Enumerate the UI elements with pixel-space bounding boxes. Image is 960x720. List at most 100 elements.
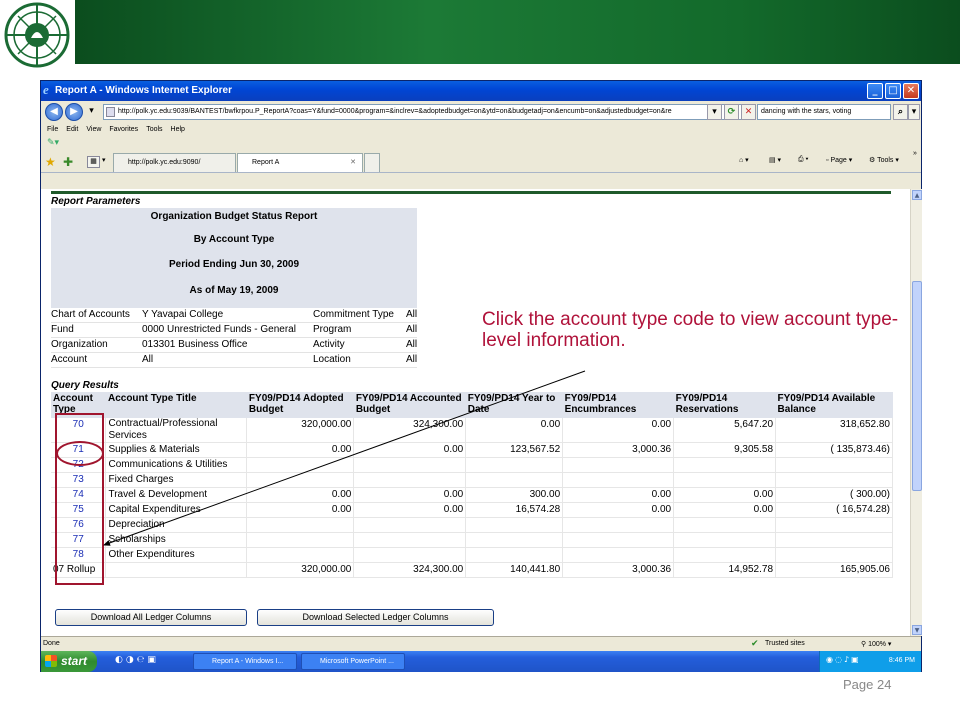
new-tab-button[interactable] [364,153,380,172]
clock[interactable]: 8:46 PM [889,657,915,664]
minimize-button[interactable]: _ [867,83,883,99]
amount-cell: 0.00 [562,418,675,443]
amount-cell: 0.00 [673,487,777,503]
parameter-row: Fund 0000 Unrestricted Funds - General Pro… [51,323,417,338]
address-bar[interactable]: http://polk.yc.edu:9039/BANTEST/bwfkrpou… [103,104,743,120]
amount-cell [673,472,777,488]
table-row: 77 Scholarships [51,532,893,548]
parameter-row: Chart of Accounts Y Yavapai College Commit… [51,308,417,323]
slide: e Report A - Windows Internet Explorer _… [0,0,960,720]
parameter-label: Chart of Accounts [51,309,130,320]
amount-cell: ( 300.00) [775,487,893,503]
account-type-title: Capital Expenditures [105,502,248,518]
account-type-title: Other Expenditures [105,547,248,563]
column-header: FY09/PD14 Encumbrances [562,392,674,418]
zoom-level[interactable]: ⚲ 100% ▾ [861,640,891,648]
amount-cell [562,457,675,473]
search-icon[interactable]: ⌕ [893,104,908,120]
download-all-ledger-columns-button[interactable]: Download All Ledger Columns [55,609,247,626]
recent-pages-dropdown[interactable]: ▾ [84,104,99,120]
amount-cell: 320,000.00 [246,418,355,443]
search-options-dropdown[interactable]: ▾ [908,104,920,120]
quick-launch-icons[interactable]: ◐◑℮▣ [115,655,159,665]
scrollbar-thumb[interactable] [912,281,922,491]
report-period: Period Ending Jun 30, 2009 [51,252,417,277]
amount-cell [673,547,777,563]
status-text: Done [43,640,60,647]
stop-icon[interactable]: ✕ [741,104,756,120]
amount-cell [562,547,675,563]
forward-button[interactable]: ▶ [65,103,83,121]
tab-polk[interactable]: http://polk.yc.edu:9090/ [113,153,236,172]
menu-view[interactable]: View [86,126,101,137]
favorites-star-icon[interactable]: ★ [45,155,56,169]
windows-logo-icon [45,655,57,667]
close-tab-icon[interactable]: ✕ [350,158,356,166]
address-row: ◀ ▶ ▾ http://polk.yc.edu:9039/BANTEST/bw… [41,101,921,123]
download-selected-ledger-columns-button[interactable]: Download Selected Ledger Columns [257,609,494,626]
menu-edit[interactable]: Edit [66,126,78,137]
window-title: Report A - Windows Internet Explorer [55,85,232,96]
vertical-scrollbar[interactable]: ▲ ▼ [910,189,922,636]
amount-cell [353,517,467,533]
print-icon[interactable]: ⎙ ▾ [798,156,809,164]
security-zone[interactable]: Trusted sites [765,640,805,647]
add-favorite-icon[interactable]: ✚ [63,155,73,169]
amount-cell [246,517,355,533]
account-type-title [105,562,248,578]
taskbar-item-powerpoint[interactable]: Microsoft PowerPoint ... [301,653,405,670]
menu-file[interactable]: File [47,126,58,137]
close-window-button[interactable]: ✕ [903,83,919,99]
refresh-icon[interactable]: ⟳ [724,104,739,120]
maximize-button[interactable]: □ [885,83,901,99]
parameter-value: All [142,354,154,365]
feeds-icon[interactable]: ▤ ▾ [769,156,781,164]
page-menu[interactable]: ▫ Page ▾ [826,156,852,164]
parameter-value: 0000 Unrestricted Funds - General [142,324,296,335]
amount-cell: 0.00 [673,502,777,518]
amount-cell [353,532,467,548]
account-type-title: Scholarships [105,532,248,548]
amount-cell: ( 135,873.46) [775,442,893,458]
links-icon[interactable]: ✎▾ [47,138,59,148]
amount-cell [246,532,355,548]
scroll-up-icon[interactable]: ▲ [912,190,922,200]
parameter-row: Organization 013301 Business Office Activi… [51,338,417,353]
account-71-highlight-ellipse [56,441,104,466]
home-icon[interactable]: ⌂ ▾ [739,156,749,164]
parameter-label: Fund [51,324,74,335]
amount-cell [246,472,355,488]
amount-cell: 0.00 [353,442,467,458]
address-dropdown-button[interactable]: ▾ [707,104,722,120]
column-header: FY09/PD14 Adopted Budget [246,392,354,418]
back-button[interactable]: ◀ [45,103,63,121]
parameter-rows: Chart of Accounts Y Yavapai College Commit… [51,308,417,368]
menu-tools[interactable]: Tools [146,126,162,137]
table-row: 78 Other Expenditures [51,547,893,563]
menu-favorites[interactable]: Favorites [109,126,138,137]
slide-header-banner [0,0,960,68]
parameter-value2: All [406,309,417,320]
tab-list-dropdown[interactable]: ▾ [102,156,106,164]
taskbar-item-report-a[interactable]: Report A - Windows I... [193,653,297,670]
table-row: 74 Travel & Development 0.00 0.00 300.00 0.00… [51,487,893,503]
account-type-title: Contractual/Professional Services [105,418,248,443]
amount-cell [465,472,564,488]
chevron-overflow-icon[interactable]: » [913,150,917,157]
amount-cell: 165,905.06 [775,562,893,578]
tray-icons[interactable]: ◉◌♪▣ [826,655,861,664]
quick-tabs-icon[interactable]: ▦ [87,156,100,168]
tools-menu[interactable]: ⚙ Tools ▾ [869,156,899,164]
search-input[interactable]: dancing with the stars, voting [757,104,891,120]
ie-icon: e [43,82,49,97]
tab-report-a[interactable]: Report A ✕ [237,153,363,172]
parameter-label2: Location [313,354,351,365]
amount-cell: 0.00 [246,442,355,458]
amount-cell: 3,000.36 [562,442,675,458]
menu-help[interactable]: Help [171,126,185,137]
start-button[interactable]: start [41,651,97,672]
scroll-down-icon[interactable]: ▼ [912,625,922,635]
window-titlebar[interactable]: e Report A - Windows Internet Explorer _… [41,81,921,101]
amount-cell: 0.00 [562,487,675,503]
amount-cell: 0.00 [353,502,467,518]
